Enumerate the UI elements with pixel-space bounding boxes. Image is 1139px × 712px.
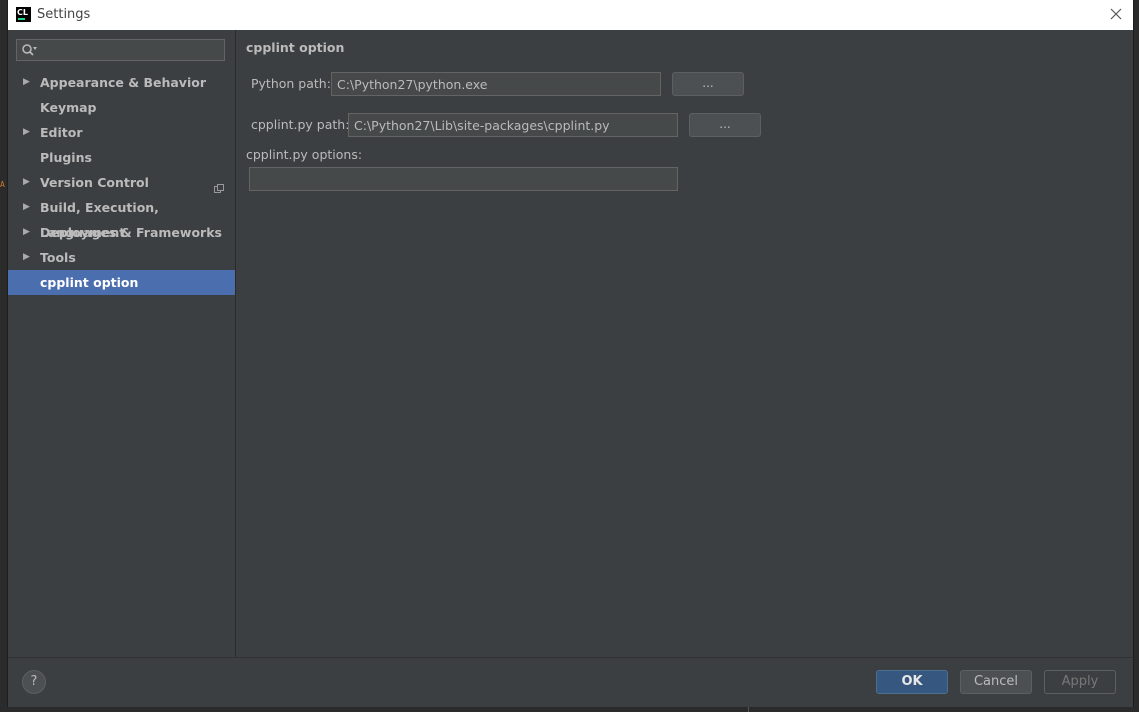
apply-button[interactable]: Apply: [1044, 670, 1116, 694]
background-editor-strip: A: [0, 30, 8, 712]
sidebar-item-cpplint-option[interactable]: cpplint option: [8, 270, 235, 295]
settings-content-panel: cpplint option Python path: ... cpplint.…: [236, 30, 1133, 657]
sidebar-item-editor[interactable]: ▶ Editor: [8, 120, 235, 145]
sidebar-item-appearance-behavior[interactable]: ▶ Appearance & Behavior: [8, 70, 235, 95]
expand-arrow-icon[interactable]: ▶: [23, 170, 30, 195]
settings-search-box[interactable]: [16, 39, 225, 61]
expand-arrow-icon[interactable]: ▶: [23, 220, 30, 245]
sidebar-item-label: Editor: [40, 125, 83, 140]
sidebar-item-build-execution-deployment[interactable]: ▶ Build, Execution, Deployment: [8, 195, 235, 240]
cpplint-path-input[interactable]: [348, 113, 678, 137]
window-title: Settings: [37, 7, 91, 22]
sidebar-item-label: Appearance & Behavior: [40, 75, 206, 90]
expand-arrow-icon[interactable]: ▶: [23, 70, 30, 95]
app-icon-text: CL: [17, 8, 28, 17]
ok-button[interactable]: OK: [876, 670, 948, 694]
sidebar-item-label: Languages & Frameworks: [40, 225, 222, 240]
settings-dialog: CL Settings ▶ Appearance & Behavior Keym…: [8, 0, 1133, 707]
sidebar-item-version-control[interactable]: ▶ Version Control: [8, 170, 235, 195]
sidebar-item-label: Keymap: [40, 100, 97, 115]
project-settings-icon: [214, 177, 224, 193]
sidebar-item-tools[interactable]: ▶ Tools: [8, 245, 235, 270]
clion-app-icon: CL: [16, 7, 31, 22]
help-button[interactable]: ?: [22, 670, 46, 694]
search-input[interactable]: [41, 40, 221, 60]
sidebar-item-label: Tools: [40, 250, 76, 265]
sidebar-item-label: Plugins: [40, 150, 92, 165]
sidebar-item-plugins[interactable]: Plugins: [8, 145, 235, 170]
cpplint-options-input[interactable]: [249, 167, 678, 191]
cpplint-path-browse-button[interactable]: ...: [689, 113, 761, 137]
background-code-mark: A: [0, 180, 5, 189]
sidebar-item-languages-frameworks[interactable]: ▶ Languages & Frameworks: [8, 220, 235, 245]
sidebar-item-keymap[interactable]: Keymap: [8, 95, 235, 120]
sidebar-item-label: cpplint option: [40, 275, 139, 290]
cpplint-options-label: cpplint.py options:: [246, 147, 363, 162]
python-path-label: Python path:: [251, 76, 331, 91]
expand-arrow-icon[interactable]: ▶: [23, 245, 30, 270]
dialog-footer: ? OK Cancel Apply: [8, 657, 1133, 707]
close-icon[interactable]: [1107, 5, 1125, 23]
sidebar-item-label: Version Control: [40, 175, 149, 190]
cancel-button[interactable]: Cancel: [960, 670, 1032, 694]
cpplint-path-label: cpplint.py path:: [251, 117, 350, 132]
python-path-input[interactable]: [331, 72, 661, 96]
settings-sidebar: ▶ Appearance & Behavior Keymap ▶ Editor …: [8, 30, 236, 657]
search-icon[interactable]: [21, 42, 39, 58]
expand-arrow-icon[interactable]: ▶: [23, 195, 30, 220]
title-bar[interactable]: CL Settings: [8, 0, 1133, 30]
page-title: cpplint option: [246, 40, 345, 55]
python-path-browse-button[interactable]: ...: [672, 72, 744, 96]
expand-arrow-icon[interactable]: ▶: [23, 120, 30, 145]
